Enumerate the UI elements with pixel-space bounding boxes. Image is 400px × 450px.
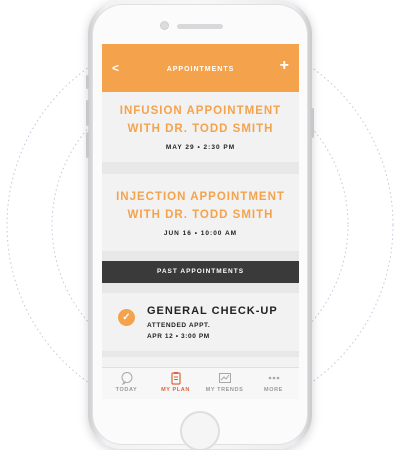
clipboard-icon <box>151 371 200 387</box>
appointments-header: < APPOINTMENTS + <box>102 44 299 92</box>
earpiece-speaker <box>177 24 223 29</box>
bottom-tab-bar: TODAY MY PLAN MY TRENDS MORE <box>102 367 299 399</box>
page-title: APPOINTMENTS <box>166 66 235 73</box>
more-dots-icon <box>249 371 298 387</box>
past-appointments-header: PAST APPOINTMENTS <box>102 261 299 283</box>
appointment-title: INJECTION APPOINTMENT WITH DR. TODD SMIT… <box>116 191 285 221</box>
power-button <box>311 108 314 138</box>
past-appointment-title: GENERAL CHECK-UP <box>147 305 278 317</box>
app-screen: < APPOINTMENTS + INFUSION APPOINTMENT WI… <box>102 44 299 399</box>
past-appointment-card[interactable]: ✓ GENERAL CHECK-UP ATTENDED APPT. APR 12… <box>102 293 299 351</box>
volume-down-button <box>86 132 89 158</box>
appointment-datetime: MAY 29 • 2:30 PM <box>165 144 236 151</box>
tab-label: MY PLAN <box>161 387 190 393</box>
appointment-card[interactable]: INFUSION APPOINTMENT WITH DR. TODD SMITH… <box>102 92 299 162</box>
tab-more[interactable]: MORE <box>249 371 298 399</box>
chat-icon <box>102 371 151 387</box>
plus-icon[interactable]: + <box>280 57 289 75</box>
chart-icon <box>200 371 249 387</box>
past-appointment-datetime: APR 12 • 3:00 PM <box>147 333 210 340</box>
home-button[interactable] <box>180 411 220 450</box>
volume-up-button <box>86 100 89 126</box>
appointment-title: INFUSION APPOINTMENT WITH DR. TODD SMITH <box>119 105 282 135</box>
appointment-card[interactable]: INJECTION APPOINTMENT WITH DR. TODD SMIT… <box>102 174 299 251</box>
tab-today[interactable]: TODAY <box>102 371 151 399</box>
tab-label: TODAY <box>115 387 138 393</box>
tab-label: MORE <box>264 387 283 393</box>
appointment-datetime: JUN 16 • 10:00 AM <box>163 230 238 237</box>
next-card-peek <box>102 357 299 367</box>
mute-switch <box>86 75 89 89</box>
front-camera <box>160 21 169 30</box>
past-appointment-status: ATTENDED APPT. <box>147 322 211 329</box>
tab-label: MY TRENDS <box>205 387 244 393</box>
tab-my-plan[interactable]: MY PLAN <box>151 371 200 399</box>
tab-my-trends[interactable]: MY TRENDS <box>200 371 249 399</box>
checkmark-icon: ✓ <box>118 309 135 326</box>
